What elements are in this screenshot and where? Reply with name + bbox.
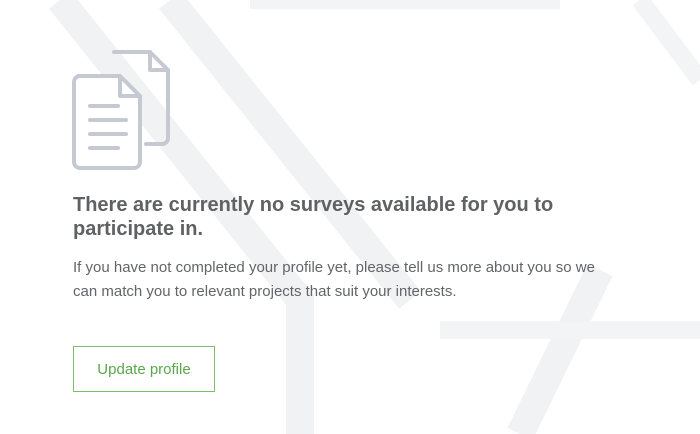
update-profile-button[interactable]: Update profile (73, 346, 215, 392)
empty-state-description: If you have not completed your profile y… (73, 259, 595, 300)
empty-state-title: There are currently no surveys available… (73, 194, 554, 240)
empty-state-panel: There are currently no surveys available… (0, 0, 700, 434)
documents-icon (72, 50, 170, 170)
